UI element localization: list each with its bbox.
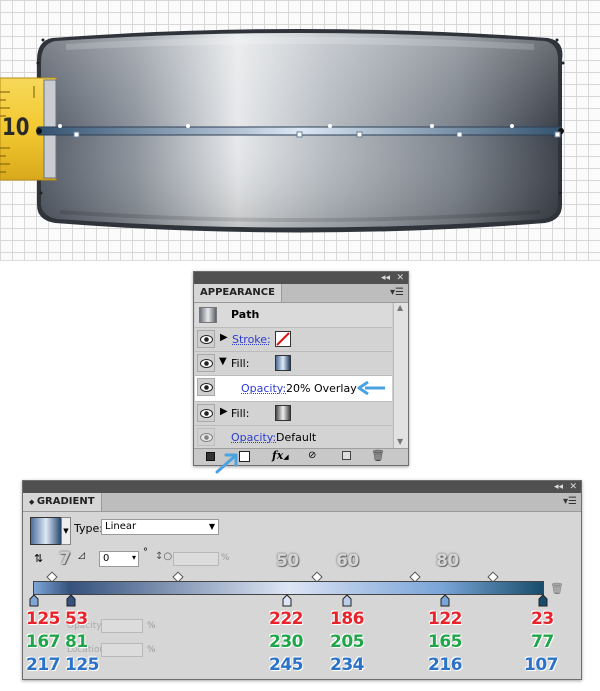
path-label: Path — [231, 308, 260, 321]
opacity-label[interactable]: Opacity: — [231, 431, 276, 444]
gradient-preview-swatch[interactable] — [30, 517, 62, 545]
gradient-tabrow: ◆ GRADIENT ▾☰ — [23, 493, 581, 512]
tab-appearance[interactable]: APPEARANCE — [194, 284, 282, 302]
appearance-tabrow: APPEARANCE ▾☰ — [194, 284, 408, 303]
opacity-disabled-label: Opacity: — [67, 621, 104, 631]
appearance-panel: ◂◂ ✕ APPEARANCE ▾☰ Path ▶ Stroke: ▼ Fill… — [193, 271, 409, 466]
fill-row-gradient[interactable]: ▼ Fill: — [195, 352, 392, 376]
angle-callout: 7 — [59, 549, 71, 569]
path-thumbnail-icon — [199, 307, 217, 323]
opacity-default-value: Default — [276, 431, 317, 444]
duplicate-icon[interactable] — [342, 451, 351, 460]
appearance-list: Path ▶ Stroke: ▼ Fill: Opacity: 20% Over… — [194, 303, 408, 450]
opacity-label[interactable]: Opacity: — [241, 382, 286, 395]
type-label: Type: — [74, 522, 103, 535]
opacity-row-default[interactable]: Opacity: Default — [195, 426, 392, 450]
fill-gray-swatch[interactable] — [275, 405, 291, 421]
degree-symbol: ° — [143, 547, 148, 558]
gradient-panel: ◂◂ ✕ ◆ GRADIENT ▾☰ ▼ Type: Linear ▼ ⇅ 7 … — [22, 480, 582, 680]
swatch-dropdown-icon[interactable]: ▼ — [61, 517, 71, 545]
gradient-stop — [538, 594, 548, 607]
stroke-row[interactable]: ▶ Stroke: — [195, 328, 392, 352]
gradient-slider-bar[interactable] — [33, 581, 544, 595]
fx-icon[interactable]: fx◢ — [272, 449, 289, 462]
pointer-arrow-icon — [357, 381, 385, 395]
percent-label: % — [147, 645, 156, 655]
gradient-stop — [66, 594, 76, 607]
reverse-gradient-icon[interactable]: ⇅ — [34, 552, 48, 566]
stroke-none-swatch[interactable] — [275, 331, 291, 347]
close-icon[interactable]: ✕ — [569, 481, 577, 493]
gradient-stop — [342, 594, 352, 607]
appearance-scrollbar[interactable]: ▲ ▼ — [393, 303, 408, 448]
tab-gradient[interactable]: ◆ GRADIENT — [23, 493, 102, 511]
angle-input[interactable]: 0 ▾ — [99, 551, 139, 567]
visibility-eye-icon[interactable] — [197, 428, 215, 446]
opacity-value: 20% Overlay — [286, 382, 357, 395]
opacity-row-selected[interactable]: Opacity: 20% Overlay — [195, 376, 392, 402]
trash-icon[interactable]: 🗑 — [371, 449, 385, 462]
collapse-icon[interactable]: ◂◂ — [554, 481, 563, 493]
expand-triangle-icon[interactable]: ▶ — [220, 406, 228, 417]
location-disabled-input — [101, 643, 143, 657]
fill-row-gray[interactable]: ▶ Fill: — [195, 402, 392, 426]
percent-label: % — [221, 553, 230, 563]
fill-label: Fill: — [231, 407, 250, 420]
scroll-down-icon[interactable]: ▼ — [397, 437, 403, 446]
opacity-disabled-input — [101, 619, 143, 633]
position-callout-60: 60 — [336, 551, 359, 571]
percent-label: % — [147, 621, 156, 631]
aspect-ratio-icon: ↕○ — [155, 551, 173, 562]
appearance-header-row[interactable]: Path — [195, 303, 392, 328]
appearance-titlebar[interactable]: ◂◂ ✕ — [194, 272, 408, 284]
panel-menu-icon[interactable]: ▾☰ — [563, 496, 577, 507]
gradient-stop — [29, 594, 39, 607]
visibility-eye-icon[interactable] — [197, 330, 215, 348]
scroll-up-icon[interactable]: ▲ — [397, 303, 403, 312]
artboard-canvas[interactable]: 10 — [0, 0, 600, 261]
gradient-titlebar[interactable]: ◂◂ ✕ — [23, 481, 581, 493]
artwork — [0, 29, 565, 233]
panel-menu-icon[interactable]: ▾☰ — [390, 287, 404, 298]
expand-triangle-icon[interactable]: ▶ — [220, 332, 228, 343]
position-callout-80: 80 — [436, 551, 459, 571]
angle-icon: ◿ — [78, 551, 85, 561]
clear-icon[interactable]: ⊘ — [308, 450, 316, 461]
stroke-label[interactable]: Stroke: — [232, 333, 271, 346]
visibility-eye-icon[interactable] — [197, 354, 215, 372]
visibility-eye-icon[interactable] — [197, 404, 215, 422]
position-callout-50: 50 — [276, 551, 299, 571]
gradient-stop — [440, 594, 450, 607]
pointer-arrow-icon — [215, 453, 238, 474]
fill-label: Fill: — [231, 357, 250, 370]
close-icon[interactable]: ✕ — [396, 272, 404, 284]
collapse-icon[interactable]: ◂◂ — [381, 272, 390, 284]
visibility-eye-icon[interactable] — [197, 378, 215, 396]
fill-gradient-swatch[interactable] — [275, 355, 291, 371]
chevron-down-icon: ▼ — [208, 522, 215, 531]
tape-label: 10 — [2, 113, 30, 141]
aspect-ratio-input — [173, 552, 219, 566]
collapse-triangle-icon[interactable]: ▼ — [219, 356, 227, 367]
gradient-stops[interactable] — [27, 594, 557, 608]
type-select[interactable]: Linear ▼ — [101, 519, 219, 535]
gradient-stop — [282, 594, 292, 607]
